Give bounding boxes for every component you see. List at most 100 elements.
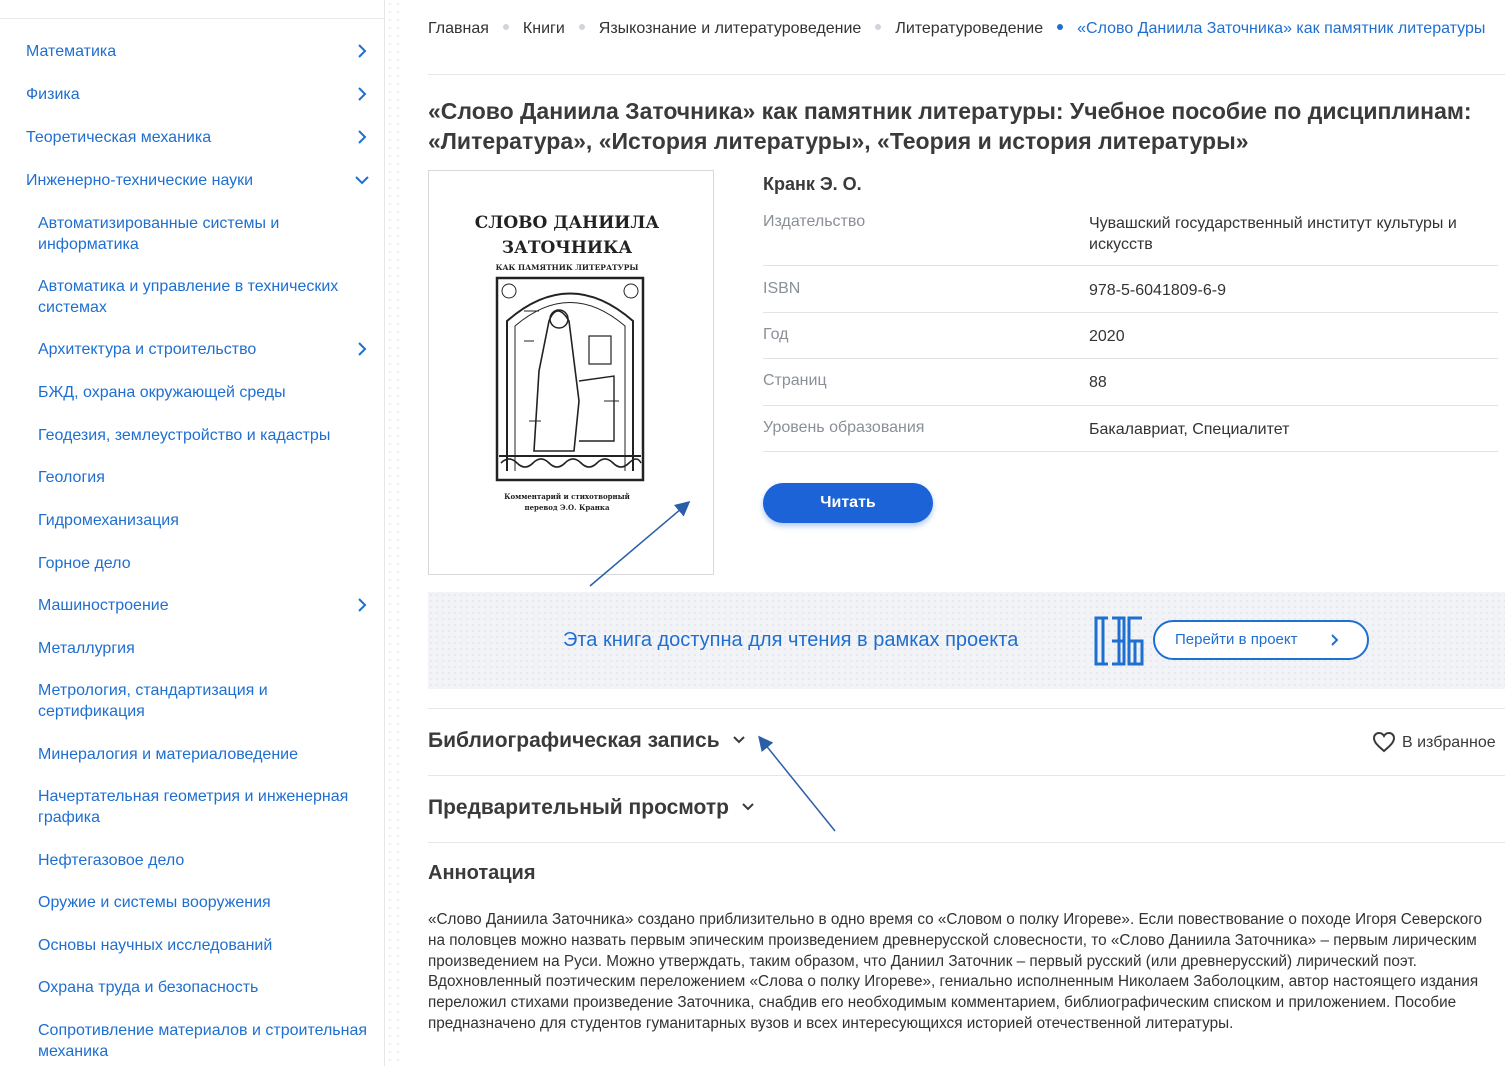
meta-row-pages: Страниц 88 xyxy=(763,372,1498,406)
sidebar-subitem-label: Машиностроение xyxy=(38,597,169,614)
meta-key: ISBN xyxy=(763,280,801,297)
annotation-text: «Слово Даниила Заточника» создано прибли… xyxy=(428,911,1483,1032)
go-to-project-button[interactable]: Перейти в проект xyxy=(1153,620,1369,660)
sidebar-subitem[interactable]: БЖД, охрана окружающей среды xyxy=(38,382,376,403)
cover-illustration xyxy=(495,276,645,482)
go-to-project-label: Перейти в проект xyxy=(1175,631,1298,648)
meta-key: Год xyxy=(763,326,789,343)
meta-row-level: Уровень образования Бакалавриат, Специал… xyxy=(763,419,1498,452)
divider xyxy=(428,775,1505,776)
divider xyxy=(428,74,1505,75)
breadcrumb-separator xyxy=(578,24,585,30)
cover-footer-line2: перевод Э.О. Кранка xyxy=(524,503,610,512)
book-author[interactable]: Кранк Э. О. xyxy=(763,174,862,195)
breadcrumb-literature[interactable]: Литературоведение xyxy=(895,20,1043,37)
divider xyxy=(428,842,1505,843)
decorative-dots xyxy=(386,0,402,1066)
meta-value: Чувашский государственный институт культ… xyxy=(1089,215,1457,253)
chevron-right-icon xyxy=(358,44,367,58)
sidebar-subitem-label: Горное дело xyxy=(38,555,131,572)
bibliographic-record-toggle[interactable]: Библиографическая запись xyxy=(428,729,746,753)
heart-icon xyxy=(1372,731,1396,753)
sidebar: Математика Физика Теоретическая механика… xyxy=(0,0,385,1066)
preview-label: Предварительный просмотр xyxy=(428,796,729,819)
breadcrumb-home[interactable]: Главная xyxy=(428,20,489,37)
sidebar-subitem-label: Охрана труда и безопасность xyxy=(38,979,259,996)
bibliographic-record-label: Библиографическая запись xyxy=(428,729,720,752)
breadcrumb-separator xyxy=(875,24,882,30)
sidebar-item-label: Инженерно-технические науки xyxy=(26,172,254,189)
meta-row-publisher: Издательство Чувашский государственный и… xyxy=(763,213,1498,266)
meta-row-year: Год 2020 xyxy=(763,326,1498,359)
sidebar-subitem[interactable]: Металлургия xyxy=(38,638,376,659)
sidebar-subitem-label: Минералогия и материаловедение xyxy=(38,746,298,763)
sidebar-subitem[interactable]: Автоматика и управление в технических си… xyxy=(38,276,376,318)
sidebar-subitem-label: Нефтегазовое дело xyxy=(38,852,185,869)
add-to-favorites-button[interactable]: В избранное xyxy=(1372,731,1496,753)
cover-subtitle: КАК ПАМЯТНИК ЛИТЕРАТУРЫ xyxy=(496,263,639,272)
sidebar-subitem[interactable]: Сопротивление материалов и строительная … xyxy=(38,1020,376,1062)
meta-key: Издательство xyxy=(763,213,866,230)
sidebar-subitem-label: БЖД, охрана окружающей среды xyxy=(38,384,286,401)
sidebar-subitem-label: Металлургия xyxy=(38,640,135,657)
breadcrumb: Главная Книги Языкознание и литературоведе… xyxy=(428,18,1488,39)
meta-value: 88 xyxy=(1089,374,1107,391)
sidebar-subitem[interactable]: Архитектура и строительство xyxy=(38,339,376,360)
sidebar-subitem-label: Геология xyxy=(38,469,105,486)
sidebar-item-math[interactable]: Математика xyxy=(26,42,376,62)
read-button[interactable]: Читать xyxy=(763,483,933,523)
sidebar-subitem[interactable]: Начертательная геометрия и инженерная гр… xyxy=(38,786,376,828)
sidebar-subitem[interactable]: Горное дело xyxy=(38,553,376,574)
meta-row-isbn: ISBN 978-5-6041809-6-9 xyxy=(763,280,1498,313)
sidebar-item-engineering[interactable]: Инженерно-технические науки xyxy=(26,171,376,191)
sidebar-item-physics[interactable]: Физика xyxy=(26,85,376,105)
sidebar-subitem[interactable]: Минералогия и материаловедение xyxy=(38,744,376,765)
chevron-right-icon xyxy=(358,342,367,356)
sidebar-subitem[interactable]: Метрология, стандартизация и сертификаци… xyxy=(38,680,376,722)
chevron-right-icon xyxy=(1331,634,1339,646)
sidebar-item-label: Математика xyxy=(26,43,117,60)
sidebar-subitem-label: Метрология, стандартизация и сертификаци… xyxy=(38,682,268,720)
sidebar-subitem[interactable]: Нефтегазовое дело xyxy=(38,850,376,871)
sidebar-subitem-label: Архитектура и строительство xyxy=(38,341,257,358)
sidebar-subitem-label: Автоматика и управление в технических си… xyxy=(38,278,339,316)
sidebar-subitem-label: Начертательная геометрия и инженерная гр… xyxy=(38,788,349,826)
add-to-favorites-label: В избранное xyxy=(1402,734,1496,751)
sidebar-item-label: Физика xyxy=(26,86,80,103)
breadcrumb-books[interactable]: Книги xyxy=(523,20,565,37)
meta-key: Уровень образования xyxy=(763,419,925,436)
chevron-down-icon xyxy=(732,736,745,744)
sidebar-subitem-label: Оружие и системы вооружения xyxy=(38,894,271,911)
chevron-down-icon xyxy=(355,176,369,185)
sidebar-subitem-label: Геодезия, землеустройство и кадастры xyxy=(38,427,331,444)
sidebar-subitem-label: Основы научных исследований xyxy=(38,937,273,954)
divider xyxy=(0,18,385,19)
sidebar-subitem[interactable]: Оружие и системы вооружения xyxy=(38,892,376,913)
preview-toggle[interactable]: Предварительный просмотр xyxy=(428,796,755,820)
sidebar-subitem[interactable]: Гидромеханизация xyxy=(38,510,376,531)
meta-value: 978-5-6041809-6-9 xyxy=(1089,282,1226,299)
sidebar-subitem[interactable]: Автоматизированные системы и информатика xyxy=(38,213,376,255)
cover-footer-line1: Комментарий и стихотворный xyxy=(504,492,630,501)
page-title: «Слово Даниила Заточника» как памятник л… xyxy=(428,98,1472,154)
cover-title-line1: СЛОВО ДАНИИЛА xyxy=(475,213,660,233)
breadcrumb-linguistics[interactable]: Языкознание и литературоведение xyxy=(599,20,862,37)
sidebar-subitem[interactable]: Охрана труда и безопасность xyxy=(38,977,376,998)
sidebar-subitem-label: Гидромеханизация xyxy=(38,512,179,529)
chevron-right-icon xyxy=(358,598,367,612)
sidebar-subitem-label: Сопротивление материалов и строительная … xyxy=(38,1022,368,1060)
sidebar-item-mechanics[interactable]: Теоретическая механика xyxy=(26,128,376,148)
breadcrumb-separator xyxy=(502,24,509,30)
chevron-right-icon xyxy=(358,87,367,101)
seb-banner: Эта книга доступна для чтения в рамках п… xyxy=(428,592,1505,689)
meta-key: Страниц xyxy=(763,372,827,389)
sidebar-subitem[interactable]: Геология xyxy=(38,467,376,488)
seb-banner-text: Эта книга доступна для чтения в рамках п… xyxy=(563,629,1019,651)
chevron-right-icon xyxy=(358,130,367,144)
sidebar-subitem[interactable]: Машиностроение xyxy=(38,595,376,616)
breadcrumb-separator xyxy=(1057,24,1064,30)
book-cover[interactable]: СЛОВО ДАНИИЛА ЗАТОЧНИКА КАК ПАМЯТНИК ЛИТ… xyxy=(428,170,714,575)
divider xyxy=(428,708,1505,709)
sidebar-subitem[interactable]: Основы научных исследований xyxy=(38,935,376,956)
sidebar-subitem[interactable]: Геодезия, землеустройство и кадастры xyxy=(38,425,376,446)
